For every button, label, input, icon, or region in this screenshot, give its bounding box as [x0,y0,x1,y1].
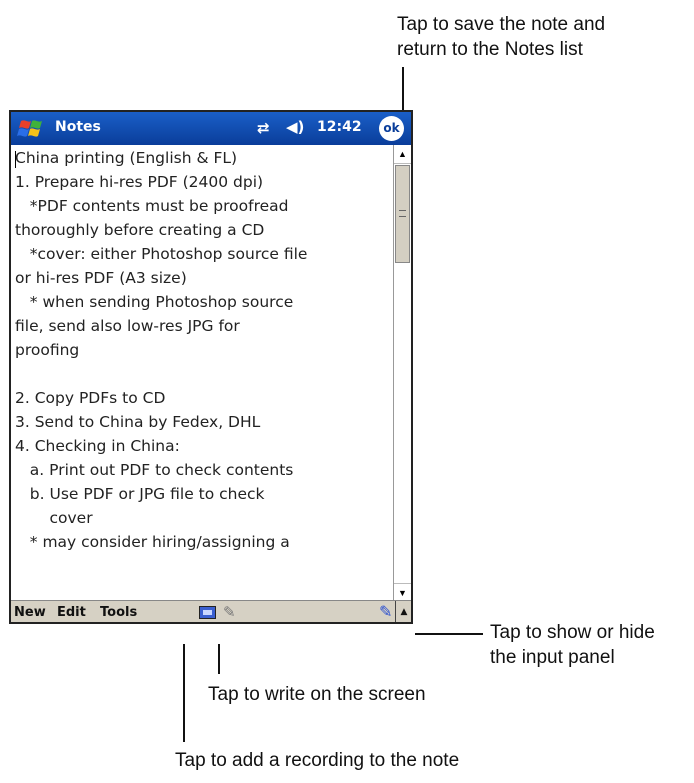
clock[interactable]: 12:42 [317,119,362,135]
app-title: Notes [55,119,101,135]
menu-edit[interactable]: Edit [57,605,86,620]
thumb-grip-icon [399,210,406,217]
input-panel-arrow-icon[interactable]: ▲ [395,601,411,622]
scroll-thumb[interactable] [395,165,410,263]
note-line: file, send also low-res JPG for [15,317,240,335]
note-line: thoroughly before creating a CD [15,221,265,239]
callout-line-2: return to the Notes list [397,39,583,60]
note-line: cover [15,509,93,527]
callout-line-2: the input panel [490,647,615,668]
note-line: b. Use PDF or JPG file to check [15,485,265,503]
callout-line-1: Tap to save the note and [397,14,606,35]
write-callout-leader [218,644,220,674]
note-line: a. Print out PDF to check contents [15,461,294,479]
scroll-up-arrow-icon[interactable]: ▲ [394,145,411,164]
write-callout: Tap to write on the screen [208,684,426,705]
pen-icon[interactable]: ✎ [223,603,236,621]
recording-icon[interactable] [199,606,216,619]
input-panel-callout: Tap to show or hide the input panel [490,620,655,670]
note-line: or hi-res PDF (A3 size) [15,269,187,287]
save-callout-leader [402,67,404,111]
pocket-pc-screen: Notes ⇄ ◀︎) 12:42 ok China printing (Eng… [9,110,413,624]
menu-new[interactable]: New [14,605,46,620]
connectivity-icon[interactable]: ⇄ [257,119,270,137]
note-line: *PDF contents must be proofread [15,197,289,215]
windows-start-icon[interactable] [15,116,47,141]
input-panel-callout-leader [415,633,483,635]
note-line: *cover: either Photoshop source file [15,245,308,263]
record-callout-leader [183,644,185,742]
vertical-scrollbar[interactable]: ▲ ▼ [393,145,411,612]
note-line [15,362,393,386]
note-line: China printing (English & FL) [15,149,238,167]
menu-tools[interactable]: Tools [100,605,137,620]
text-caret [15,151,16,168]
note-line: 4. Checking in China: [15,437,180,455]
note-line: * may consider hiring/assigning a [15,533,290,551]
ok-button[interactable]: ok [379,116,404,141]
menu-bar: New Edit Tools ✎ ✎ ▲ [11,600,411,622]
note-line: 1. Prepare hi-res PDF (2400 dpi) [15,173,264,191]
note-line: 3. Send to China by Fedex, DHL [15,413,261,431]
title-bar: Notes ⇄ ◀︎) 12:42 ok [11,112,411,145]
speaker-icon[interactable]: ◀︎) [286,118,304,136]
note-line: * when sending Photoshop source [15,293,294,311]
note-line: proofing [15,341,80,359]
callout-line-1: Tap to show or hide [490,622,655,643]
note-text-area[interactable]: China printing (English & FL) 1. Prepare … [11,145,393,612]
input-panel-icon[interactable]: ✎ [379,602,392,621]
record-callout: Tap to add a recording to the note [175,750,460,771]
save-note-callout: Tap to save the note and return to the N… [397,12,605,62]
note-line: 2. Copy PDFs to CD [15,389,166,407]
